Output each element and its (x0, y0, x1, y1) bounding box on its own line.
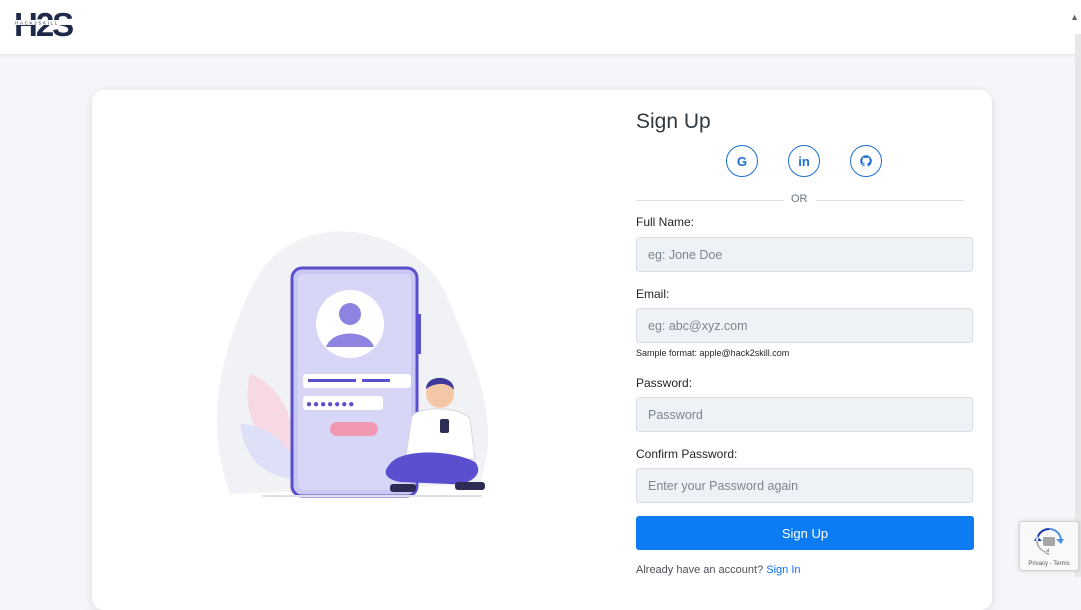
full-name-label: Full Name: (636, 215, 695, 229)
or-divider-text: OR (791, 193, 808, 205)
scrollbar[interactable] (1075, 34, 1081, 577)
confirm-password-input[interactable] (636, 468, 973, 503)
password-input[interactable] (636, 397, 973, 432)
email-format-hint: Sample format: apple@hack2skill.com (636, 348, 790, 358)
linkedin-signin-button[interactable]: in (788, 145, 820, 177)
signup-illustration: ●●●●●●● (216, 231, 489, 498)
svg-text:HACK2SKILL: HACK2SKILL (15, 21, 59, 26)
or-divider-left (636, 200, 784, 201)
h2s-logo[interactable]: H2S HACK2SKILL (14, 6, 96, 40)
signin-prompt: Already have an account? Sign In (636, 564, 801, 576)
or-divider-right (816, 200, 964, 201)
recaptcha-badge[interactable]: Privacy - Terms (1019, 521, 1079, 571)
top-navbar: H2S HACK2SKILL (0, 0, 1081, 55)
linkedin-icon: in (798, 153, 810, 169)
svg-text:●●●●●●●: ●●●●●●● (306, 399, 355, 410)
scroll-up-arrow-icon[interactable]: ▲ (1070, 12, 1079, 22)
signin-link[interactable]: Sign In (766, 564, 800, 576)
page-title: Sign Up (636, 110, 711, 133)
google-icon: G (736, 153, 748, 169)
github-signin-button[interactable] (850, 145, 882, 177)
google-signin-button[interactable]: G (726, 145, 758, 177)
confirm-password-label: Confirm Password: (636, 447, 738, 461)
signup-submit-button[interactable]: Sign Up (636, 516, 974, 550)
full-name-input[interactable] (636, 237, 973, 272)
recaptcha-privacy-terms[interactable]: Privacy - Terms (1020, 561, 1078, 567)
password-label: Password: (636, 376, 693, 390)
email-label: Email: (636, 287, 670, 301)
email-input[interactable] (636, 308, 973, 343)
recaptcha-icon (1034, 527, 1064, 555)
github-icon (860, 155, 872, 167)
signin-prompt-text: Already have an account? (636, 564, 764, 576)
